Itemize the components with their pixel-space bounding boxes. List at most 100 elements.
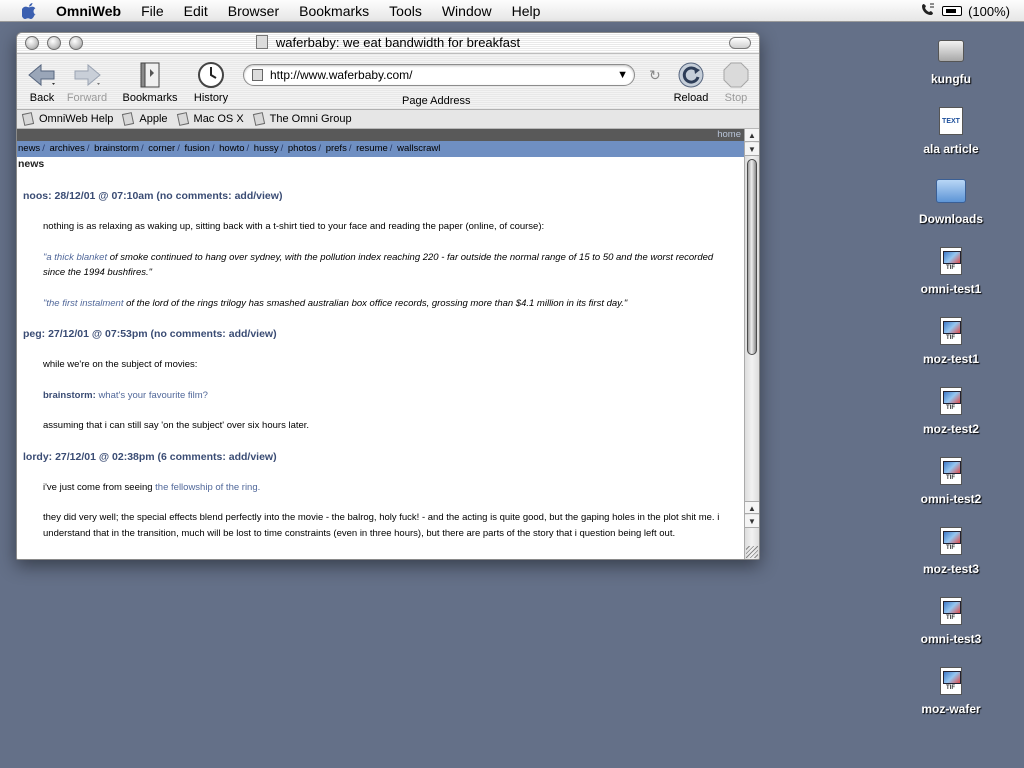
stop-label: Stop	[724, 92, 748, 104]
battery-percent: (100%)	[968, 3, 1010, 19]
desktop-icon-ala-article[interactable]: TEXT ala article	[906, 106, 996, 156]
desktop-icon-label: moz-test2	[922, 422, 979, 436]
menu-edit[interactable]: Edit	[174, 0, 218, 22]
desktop-icon-kungfu[interactable]: kungfu	[906, 36, 996, 86]
desktop-icon-omni-test3[interactable]: TIF omni-test3	[906, 596, 996, 646]
back-button[interactable]: Back	[25, 59, 59, 105]
scroll-up-arrow-bottom-icon[interactable]: ▲	[745, 501, 759, 514]
menu-window[interactable]: Window	[432, 0, 502, 22]
toolbar-toggle-button[interactable]	[729, 37, 751, 49]
nav-fusion[interactable]: fusion	[185, 143, 210, 154]
tif-file-type: TIF	[946, 475, 955, 481]
bookmarks-label: Bookmarks	[122, 92, 178, 104]
text-document-icon: TEXT	[939, 107, 963, 135]
document-proxy-icon[interactable]	[255, 35, 268, 49]
desktop-icon-label: moz-test3	[922, 562, 979, 576]
nav-archives[interactable]: archives	[49, 143, 84, 154]
fellowship-link[interactable]: the fellowship of the ring.	[155, 482, 260, 493]
tif-file-icon: TIF	[940, 597, 962, 625]
tif-file-type: TIF	[946, 265, 955, 271]
scroll-down-arrow-bottom-icon[interactable]: ▼	[745, 515, 759, 528]
nav-news[interactable]: news	[18, 143, 40, 154]
entry-header-text: lordy: 27/12/01 @ 02:38pm (6 comments:	[23, 450, 226, 463]
address-label: Page Address	[402, 95, 471, 107]
brainstorm-link[interactable]: what's your favourite film?	[98, 390, 208, 401]
desktop-icon-moz-test3[interactable]: TIF moz-test3	[906, 526, 996, 576]
bookmark-omni-group[interactable]: The Omni Group	[252, 112, 356, 126]
bookmark-mac-os-x[interactable]: Mac OS X	[176, 112, 248, 126]
nav-photos[interactable]: photos	[288, 143, 317, 154]
address-dropdown-icon[interactable]: ▼	[617, 65, 628, 85]
bookmark-apple[interactable]: Apple	[122, 112, 171, 126]
entry-paragraph: i've just come from seeing the fellowshi…	[43, 480, 732, 496]
folder-icon	[936, 179, 966, 203]
brainstorm-label[interactable]: brainstorm:	[43, 390, 96, 401]
add-view-link[interactable]: add/view	[229, 328, 273, 340]
desktop-icon-moz-wafer[interactable]: TIF moz-wafer	[906, 666, 996, 716]
menu-tools[interactable]: Tools	[379, 0, 432, 22]
stop-button[interactable]: Stop	[719, 59, 753, 105]
browser-window: waferbaby: we eat bandwidth for breakfas…	[16, 32, 760, 560]
bookmark-label: OmniWeb Help	[39, 113, 114, 125]
desktop-icon-moz-test2[interactable]: TIF moz-test2	[906, 386, 996, 436]
desktop-icon-label: moz-wafer	[921, 702, 981, 716]
menu-browser[interactable]: Browser	[218, 0, 289, 22]
home-link[interactable]: home	[717, 129, 741, 140]
quote-link[interactable]: "a thick blanket	[43, 252, 107, 263]
bookmark-label: Mac OS X	[193, 113, 244, 125]
scroll-thumb[interactable]	[747, 159, 757, 355]
tif-file-type: TIF	[946, 615, 955, 621]
phone-icon[interactable]	[920, 3, 936, 20]
reload-button[interactable]: Reload	[671, 59, 711, 105]
desktop-icon-omni-test1[interactable]: TIF omni-test1	[906, 246, 996, 296]
page-icon	[252, 69, 263, 81]
menu-file[interactable]: File	[131, 0, 174, 22]
menu-status-area: (100%)	[920, 0, 1010, 22]
address-url: http://www.waferbaby.com/	[270, 68, 413, 82]
entry-quote: "the first instalment of the lord of the…	[43, 296, 732, 312]
nav-brainstorm[interactable]: brainstorm	[94, 143, 139, 154]
vertical-scrollbar[interactable]: ▲ ▼ ▲ ▼	[744, 129, 759, 559]
nav-howto[interactable]: howto	[219, 143, 244, 154]
desktop-icon-omni-test2[interactable]: TIF omni-test2	[906, 456, 996, 506]
hard-drive-icon	[938, 40, 964, 62]
scroll-up-arrow-icon[interactable]: ▲	[745, 129, 759, 142]
bookmark-omniweb-help[interactable]: OmniWeb Help	[21, 112, 117, 126]
resize-grip-icon[interactable]	[746, 546, 758, 558]
tif-file-icon: TIF	[940, 457, 962, 485]
forward-label: Forward	[66, 92, 108, 104]
nav-wallscrawl[interactable]: wallscrawl	[397, 143, 440, 154]
window-title: waferbaby: we eat bandwidth for breakfas…	[17, 33, 759, 54]
nav-hussy[interactable]: hussy	[254, 143, 279, 154]
menu-bookmarks[interactable]: Bookmarks	[289, 0, 379, 22]
desktop-icon-moz-test1[interactable]: TIF moz-test1	[906, 316, 996, 366]
quote-link[interactable]: "the first instalment	[43, 298, 123, 309]
nav-corner[interactable]: corner	[148, 143, 175, 154]
address-field[interactable]: http://www.waferbaby.com/ ▼	[243, 64, 635, 86]
entry-header: noos: 28/12/01 @ 07:10am (no comments: a…	[23, 190, 744, 202]
forward-button[interactable]: Forward	[65, 59, 109, 105]
scroll-down-arrow-icon[interactable]: ▼	[745, 143, 759, 156]
history-clock-icon	[191, 59, 231, 91]
bookmarks-book-icon	[119, 59, 181, 91]
add-view-link[interactable]: add/view	[235, 190, 279, 202]
title-bar[interactable]: waferbaby: we eat bandwidth for breakfas…	[17, 33, 759, 54]
battery-icon[interactable]	[942, 6, 963, 16]
entry-header-text: noos: 28/12/01 @ 07:10am (no comments:	[23, 190, 232, 202]
desktop-icon-downloads[interactable]: Downloads	[906, 176, 996, 226]
bookmarks-button[interactable]: Bookmarks	[119, 59, 181, 105]
menu-bar: OmniWeb File Edit Browser Bookmarks Tool…	[0, 0, 1024, 22]
menu-help[interactable]: Help	[502, 0, 551, 22]
menu-app-name[interactable]: OmniWeb	[40, 0, 131, 22]
entry-text: i've just come from seeing	[43, 481, 156, 493]
entry-paragraph: they did very well; the special effects …	[43, 512, 720, 539]
history-button[interactable]: History	[191, 59, 231, 105]
refresh-small-icon[interactable]: ↻	[649, 67, 661, 84]
bookmark-page-icon	[176, 112, 189, 126]
tif-file-icon: TIF	[940, 317, 962, 345]
nav-resume[interactable]: resume	[356, 143, 388, 154]
nav-prefs[interactable]: prefs	[326, 143, 347, 154]
add-view-link[interactable]: add/view	[229, 451, 273, 463]
apple-menu-icon[interactable]	[18, 0, 40, 22]
entry-paragraph: nothing is as relaxing as waking up, sit…	[43, 221, 545, 232]
